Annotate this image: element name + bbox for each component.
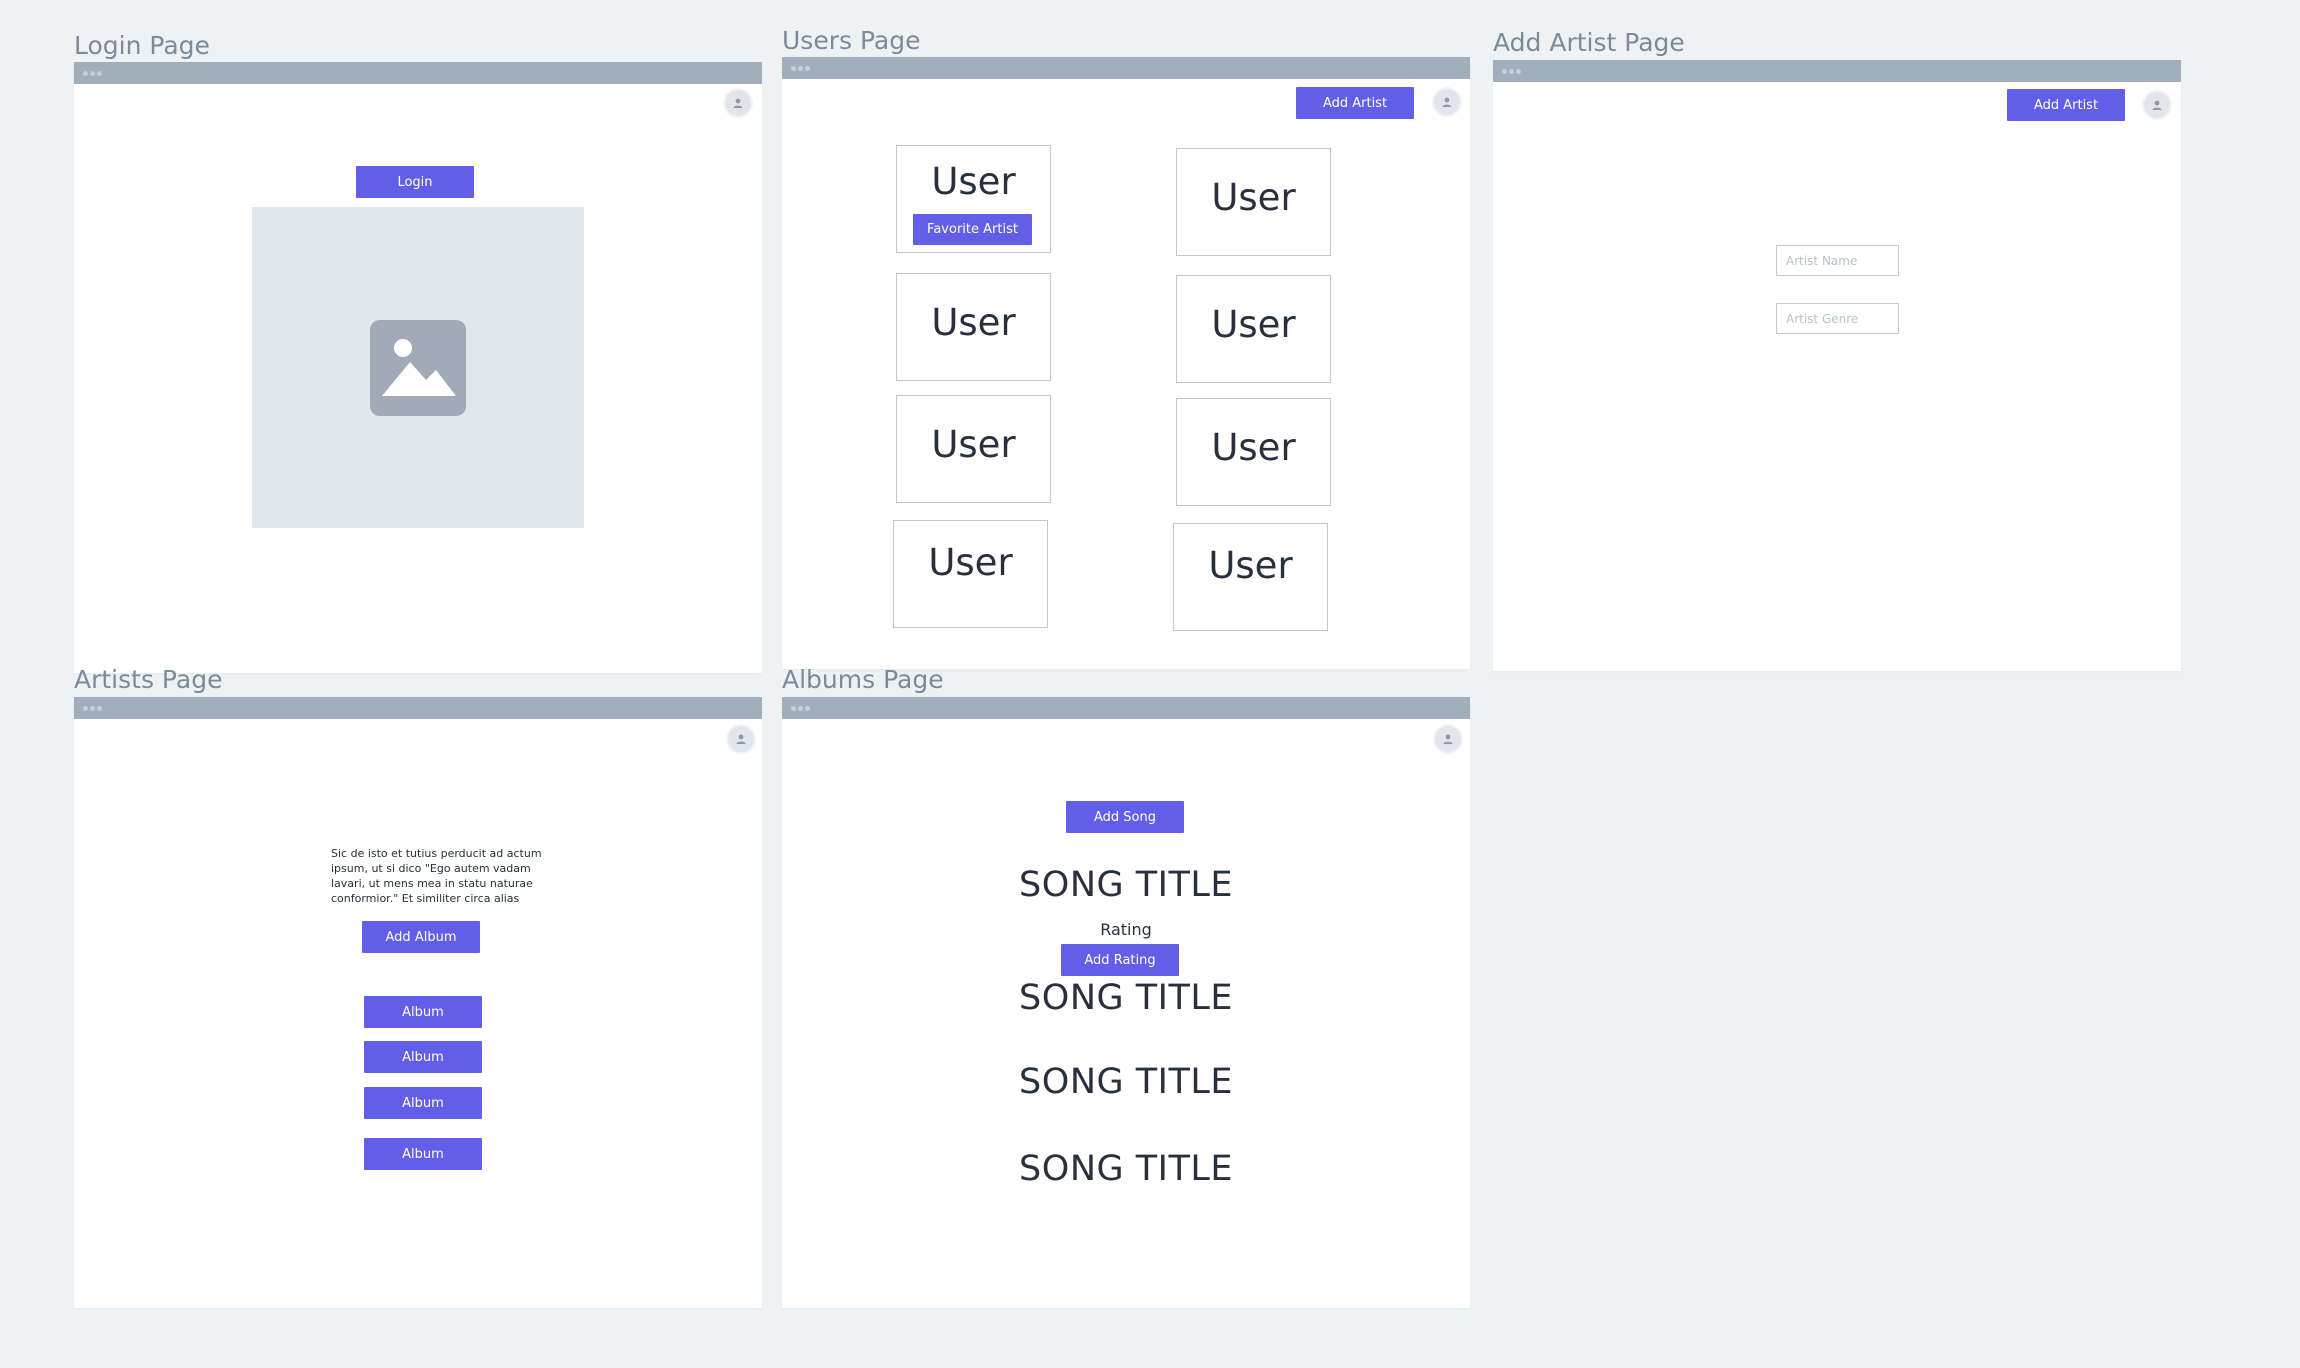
user-card-label: User — [931, 301, 1016, 344]
song-title[interactable]: SONG TITLE — [782, 978, 1470, 1018]
login-page-title: Login Page — [74, 31, 210, 60]
window-titlebar — [74, 697, 762, 719]
add-song-button[interactable]: Add Song — [1066, 801, 1184, 833]
login-page-frame: Login — [74, 62, 762, 673]
artists-page-title: Artists Page — [74, 665, 223, 694]
albums-page-frame: Add Song SONG TITLE Rating Add Rating SO… — [782, 697, 1470, 1308]
description-line: lavari, ut mens mea in statu naturae — [331, 877, 533, 890]
window-titlebar — [74, 62, 762, 84]
window-dot-icon — [83, 706, 88, 711]
user-card-label: User — [1211, 426, 1296, 469]
users-page-frame: Add Artist User Favorite Artist User Use… — [782, 57, 1470, 669]
window-dot-icon — [1509, 69, 1514, 74]
login-button[interactable]: Login — [356, 166, 474, 198]
artists-page-frame: Sic de isto et tutius perducit ad actum … — [74, 697, 762, 1308]
window-dot-icon — [97, 706, 102, 711]
user-card[interactable]: User — [896, 395, 1051, 503]
user-card[interactable]: User — [1176, 275, 1331, 383]
user-card-label: User — [928, 541, 1013, 584]
user-card-label: User — [1211, 176, 1296, 219]
window-dot-icon — [1502, 69, 1507, 74]
add-artist-button[interactable]: Add Artist — [1296, 87, 1414, 119]
window-dot-icon — [791, 66, 796, 71]
artist-genre-field[interactable] — [1776, 303, 1899, 334]
user-card-label: User — [1211, 303, 1296, 346]
add-rating-button[interactable]: Add Rating — [1061, 944, 1179, 976]
add-artist-button[interactable]: Add Artist — [2007, 89, 2125, 121]
user-avatar-icon[interactable] — [1433, 724, 1463, 754]
favorite-artist-button[interactable]: Favorite Artist — [913, 214, 1032, 245]
user-card-label: User — [1208, 544, 1293, 587]
album-button[interactable]: Album — [364, 1138, 482, 1170]
add-artist-page-title: Add Artist Page — [1493, 28, 1685, 57]
user-card[interactable]: User — [1173, 523, 1328, 631]
users-page-title: Users Page — [782, 26, 921, 55]
image-placeholder-icon — [370, 320, 466, 416]
artist-description: Sic de isto et tutius perducit ad actum … — [331, 846, 551, 906]
song-title[interactable]: SONG TITLE — [782, 865, 1470, 905]
album-button[interactable]: Album — [364, 1087, 482, 1119]
user-avatar-icon[interactable] — [726, 724, 756, 754]
album-button[interactable]: Album — [364, 1041, 482, 1073]
user-card[interactable]: User — [1176, 398, 1331, 506]
window-dot-icon — [791, 706, 796, 711]
album-button[interactable]: Album — [364, 996, 482, 1028]
login-image-placeholder — [252, 207, 584, 528]
window-dot-icon — [798, 706, 803, 711]
user-card-label: User — [931, 160, 1016, 203]
description-line: Sic de isto et tutius perducit ad actum — [331, 847, 542, 860]
window-titlebar — [782, 57, 1470, 79]
user-card-label: User — [931, 423, 1016, 466]
user-card[interactable]: User — [896, 273, 1051, 381]
artist-name-field[interactable] — [1776, 245, 1899, 276]
albums-page-title: Albums Page — [782, 665, 944, 694]
song-title[interactable]: SONG TITLE — [782, 1062, 1470, 1102]
window-titlebar — [782, 697, 1470, 719]
user-card[interactable]: User — [893, 520, 1048, 628]
window-dot-icon — [83, 71, 88, 76]
user-avatar-icon[interactable] — [1432, 87, 1462, 117]
window-dot-icon — [90, 71, 95, 76]
user-avatar-icon[interactable] — [723, 88, 753, 118]
user-avatar-icon[interactable] — [2142, 90, 2172, 120]
window-dot-icon — [90, 706, 95, 711]
window-dot-icon — [1516, 69, 1521, 74]
user-card[interactable]: User Favorite Artist — [896, 145, 1051, 253]
song-title[interactable]: SONG TITLE — [782, 1149, 1470, 1189]
description-line: conformior." Et similiter circa alias — [331, 892, 520, 905]
user-card[interactable]: User — [1176, 148, 1331, 256]
window-dot-icon — [97, 71, 102, 76]
rating-label: Rating — [1100, 920, 1152, 939]
description-line: ipsum, ut si dico "Ego autem vadam — [331, 862, 531, 875]
window-dot-icon — [805, 66, 810, 71]
add-album-button[interactable]: Add Album — [362, 921, 480, 953]
window-titlebar — [1493, 60, 2181, 82]
window-dot-icon — [805, 706, 810, 711]
window-dot-icon — [798, 66, 803, 71]
add-artist-page-frame: Add Artist — [1493, 60, 2181, 671]
